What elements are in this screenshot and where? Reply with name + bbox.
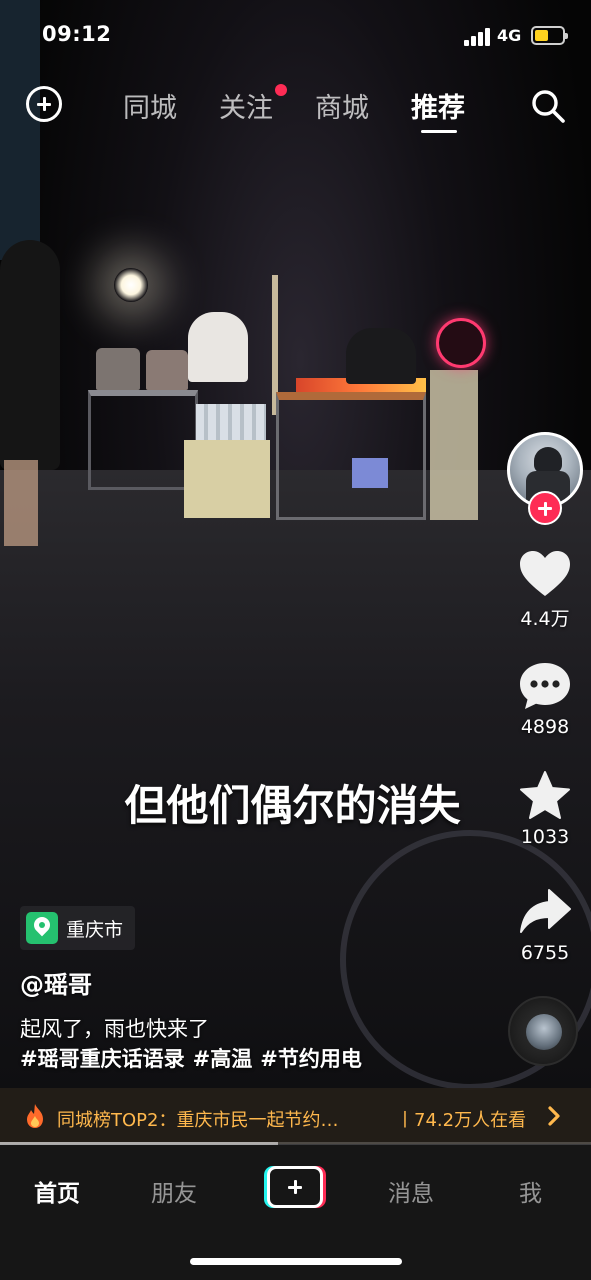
star-icon [520,771,570,819]
tab-nearby[interactable]: 同城 [123,86,177,125]
subtitle-text: 但他们偶尔的消失 [124,781,461,830]
battery-fill [535,30,548,41]
scene-vendor [346,328,416,384]
favorite-count: 1033 [520,826,570,848]
location-pin-icon [26,912,58,944]
scene-pedestrian [0,240,60,470]
add-circle-icon[interactable] [26,86,62,122]
bottom-tab-friends[interactable]: 朋友 [151,1174,197,1208]
tab-mall[interactable]: 商城 [315,86,369,125]
battery-icon [531,26,568,45]
post-caption: 起风了，雨也快来了 [20,1017,209,1041]
avatar-helmet [534,447,562,473]
active-tab-underline [421,130,457,133]
comment-icon [520,663,570,709]
scene-crate [184,440,270,518]
location-tag[interactable]: 重庆市 [20,906,136,950]
tab-following[interactable]: 关注 [219,86,273,125]
heart-icon [520,551,570,596]
scene-stall-table [276,392,426,520]
like-count: 4.4万 [520,608,570,630]
hashtag-link[interactable]: #高温 [193,1047,253,1071]
status-time: 09:12 [42,22,112,46]
status-bar: 09:12 4G [0,0,591,72]
search-icon[interactable] [530,88,566,124]
favorite-button[interactable]: 1033 [505,770,585,848]
hot-ranking-title: 同城榜TOP2：重庆市民一起节约… [57,1110,339,1131]
post-hashtags: #瑶哥重庆话语录 #高温 #节约用电 [20,1044,370,1074]
bottom-tab-messages[interactable]: 消息 [388,1174,434,1208]
music-disc[interactable] [508,996,578,1066]
chevron-right-icon [548,1106,560,1126]
hashtag-link[interactable]: #瑶哥重庆话语录 [20,1047,185,1071]
scene-stool [352,458,388,488]
share-button[interactable]: 6755 [505,886,585,964]
plus-icon [267,1166,323,1208]
network-label: 4G [497,26,522,45]
notification-dot [275,84,287,96]
scene-pot [96,348,140,390]
scene-stall-table [88,390,198,490]
top-nav: 同城 关注 商城 推荐 [0,80,591,140]
tab-recommended[interactable]: 推荐 [411,86,465,125]
scene-pillar [430,370,478,520]
scene-lamp [114,268,148,302]
video-subtitle: 但他们偶尔的消失 [0,772,591,833]
scene-neon-sign [436,318,486,368]
comment-count: 4898 [520,716,570,738]
location-label: 重庆市 [66,918,124,941]
comment-button[interactable]: 4898 [505,660,585,738]
bottom-tab-home[interactable]: 首页 [34,1174,80,1208]
scene-pot [146,350,188,390]
music-cover [526,1014,562,1050]
scene-bottles [196,404,266,442]
scene-pedestrian-legs [4,460,38,546]
signal-icon [464,28,492,46]
hot-ranking-bar[interactable]: 同城榜TOP2：重庆市民一起节约… 丨74.2万人在看 [0,1088,591,1144]
create-button[interactable] [264,1166,326,1208]
hot-ranking-viewers: 丨74.2万人在看 [396,1110,527,1131]
hashtag-link[interactable]: #节约用电 [260,1047,362,1071]
scene-vendor [188,312,248,382]
share-count: 6755 [520,942,570,964]
like-button[interactable]: 4.4万 [505,548,585,631]
follow-button[interactable] [528,491,562,525]
fire-icon [27,1104,43,1128]
home-indicator [190,1258,402,1265]
share-icon [520,889,571,933]
bottom-tab-me[interactable]: 我 [519,1174,542,1208]
author-username[interactable]: @瑶哥 [20,965,92,1000]
